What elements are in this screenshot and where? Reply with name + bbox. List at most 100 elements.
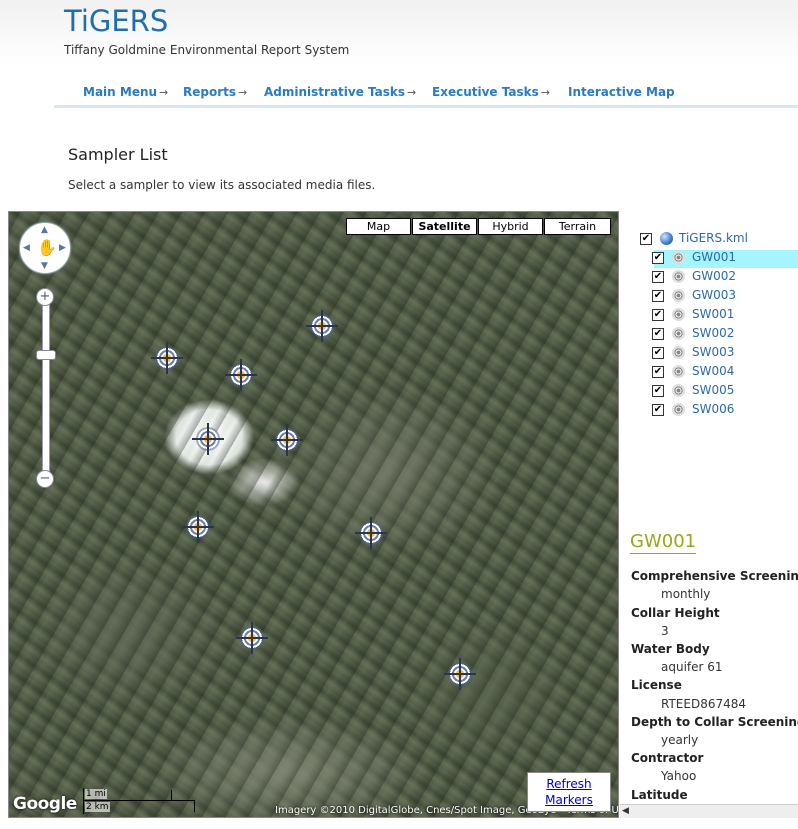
- placemark-icon: [672, 346, 685, 359]
- app-subtitle: Tiffany Goldmine Environmental Report Sy…: [64, 43, 350, 57]
- sampler-panel: ✔ TiGERS.kml ✔ GW001 ✔ GW002 ✔ GW003 ✔ S…: [620, 211, 798, 818]
- nav-main-menu[interactable]: Main Menu →: [83, 85, 168, 99]
- field-label: Collar Height: [631, 606, 720, 620]
- zoom-in-button[interactable]: +: [36, 288, 54, 306]
- item-checkbox[interactable]: ✔: [652, 271, 664, 283]
- header: TiGERS Tiffany Goldmine Environmental Re…: [0, 0, 798, 110]
- tree-item-sw001[interactable]: ✔ SW001: [652, 305, 798, 324]
- field-value: monthly: [661, 587, 711, 601]
- pan-right-icon[interactable]: ▶: [59, 243, 66, 253]
- arrow-right-icon: →: [407, 86, 417, 99]
- nav-executive-tasks[interactable]: Executive Tasks →: [432, 85, 550, 99]
- map-type-map-button[interactable]: Map: [346, 218, 411, 235]
- tree-item-sw004[interactable]: ✔ SW004: [652, 362, 798, 381]
- map-marker[interactable]: [182, 511, 214, 543]
- google-logo: Google: [13, 794, 77, 814]
- field-label: Comprehensive Screening: [631, 569, 798, 583]
- map-marker[interactable]: [444, 658, 476, 690]
- field-value: aquifer 61: [661, 660, 723, 674]
- placemark-icon: [672, 289, 685, 302]
- tree-item-label[interactable]: SW005: [692, 381, 734, 400]
- field-label: Latitude: [631, 788, 688, 802]
- tree-item-label[interactable]: SW006: [692, 400, 734, 419]
- item-checkbox[interactable]: ✔: [652, 404, 664, 416]
- field-value: 3: [661, 624, 669, 638]
- map-marker[interactable]: [271, 424, 303, 456]
- satellite-map[interactable]: Map Satellite Hybrid Terrain ▲ ▼ ◀ ▶ ✋ +…: [8, 211, 619, 818]
- item-checkbox[interactable]: ✔: [652, 328, 664, 340]
- placemark-icon: [672, 403, 685, 416]
- tree-item-gw001[interactable]: ✔ GW001: [652, 248, 798, 267]
- map-marker[interactable]: [306, 310, 338, 342]
- arrow-right-icon: →: [238, 86, 248, 99]
- item-checkbox[interactable]: ✔: [652, 347, 664, 359]
- tree-item-sw006[interactable]: ✔ SW006: [652, 400, 798, 419]
- scroll-left-icon[interactable]: ◀: [622, 806, 629, 816]
- nav-reports[interactable]: Reports →: [183, 85, 247, 99]
- tree-item-label[interactable]: GW002: [692, 267, 736, 286]
- field-label: Depth to Collar Screening: [631, 715, 798, 729]
- field-value: RTEED867484: [661, 697, 747, 711]
- refresh-markers-link[interactable]: Refresh: [546, 777, 591, 791]
- tree-item-label[interactable]: SW003: [692, 343, 734, 362]
- map-type-terrain-button[interactable]: Terrain: [544, 218, 611, 235]
- map-marker[interactable]: [236, 622, 268, 654]
- zoom-slider-track[interactable]: [42, 292, 50, 478]
- page-description: Select a sampler to view its associated …: [68, 178, 376, 192]
- placemark-icon: [672, 270, 685, 283]
- item-checkbox[interactable]: ✔: [652, 366, 664, 378]
- nav-interactive-map[interactable]: Interactive Map: [568, 85, 675, 99]
- tree-item-label[interactable]: GW001: [692, 248, 736, 267]
- field-label: License: [631, 678, 682, 692]
- field-label: Contractor: [631, 751, 704, 765]
- tree-item-gw002[interactable]: ✔ GW002: [652, 267, 798, 286]
- globe-icon: [660, 232, 673, 245]
- tree-item-sw005[interactable]: ✔ SW005: [652, 381, 798, 400]
- tree-item-sw002[interactable]: ✔ SW002: [652, 324, 798, 343]
- tree-item-gw003[interactable]: ✔ GW003: [652, 286, 798, 305]
- zoom-slider-handle[interactable]: [36, 350, 56, 360]
- tree-root-label[interactable]: TiGERS.kml: [679, 229, 748, 248]
- pan-down-icon[interactable]: ▼: [41, 261, 48, 271]
- pan-control[interactable]: ▲ ▼ ◀ ▶ ✋: [19, 222, 71, 274]
- tree-item-label[interactable]: SW002: [692, 324, 734, 343]
- main-nav: Main Menu → Reports → Administrative Tasks…: [54, 83, 798, 108]
- item-checkbox[interactable]: ✔: [652, 309, 664, 321]
- item-checkbox[interactable]: ✔: [652, 385, 664, 397]
- pan-left-icon[interactable]: ◀: [23, 243, 30, 253]
- field-label: Water Body: [631, 642, 710, 656]
- map-terrain-texture: [9, 212, 618, 817]
- nav-administrative-tasks[interactable]: Administrative Tasks →: [264, 85, 416, 99]
- arrow-right-icon: →: [540, 86, 550, 99]
- root-checkbox[interactable]: ✔: [640, 233, 652, 245]
- horizontal-scrollbar[interactable]: ◀: [620, 804, 798, 818]
- zoom-out-button[interactable]: −: [36, 470, 54, 488]
- refresh-markers-link-line2[interactable]: Markers: [545, 793, 593, 807]
- item-checkbox[interactable]: ✔: [652, 290, 664, 302]
- map-type-hybrid-button[interactable]: Hybrid: [478, 218, 543, 235]
- tree-item-sw003[interactable]: ✔ SW003: [652, 343, 798, 362]
- tree-item-label[interactable]: GW003: [692, 286, 736, 305]
- pan-up-icon[interactable]: ▲: [41, 225, 48, 235]
- page-title: Sampler List: [68, 145, 168, 164]
- map-marker[interactable]: [225, 359, 257, 391]
- item-checkbox[interactable]: ✔: [652, 252, 664, 264]
- map-marker[interactable]: [355, 517, 387, 549]
- placemark-icon: [672, 365, 685, 378]
- refresh-markers-box: Refresh Markers: [527, 772, 611, 812]
- tree-item-label[interactable]: SW004: [692, 362, 734, 381]
- map-marker[interactable]: [192, 423, 224, 455]
- placemark-icon: [672, 251, 685, 264]
- hand-icon: ✋: [37, 238, 57, 257]
- placemark-icon: [672, 327, 685, 340]
- map-marker[interactable]: [151, 342, 183, 374]
- detail-title: GW001: [630, 531, 697, 554]
- scale-miles-label: 1 mi: [85, 789, 107, 799]
- scale-km-label: 2 km: [85, 802, 110, 812]
- map-scale: 1 mi 2 km: [83, 788, 203, 814]
- tree-item-label[interactable]: SW001: [692, 305, 734, 324]
- map-type-satellite-button[interactable]: Satellite: [412, 218, 477, 235]
- app-logo[interactable]: TiGERS: [64, 4, 168, 38]
- placemark-icon: [672, 384, 685, 397]
- tree-root[interactable]: ✔ TiGERS.kml: [640, 229, 798, 248]
